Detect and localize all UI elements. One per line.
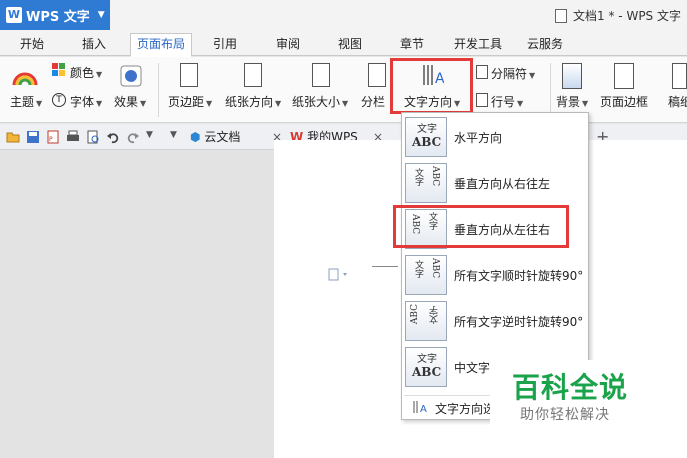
wps-logo-icon: W bbox=[6, 7, 22, 23]
tab-chapter[interactable]: 章节 bbox=[394, 34, 430, 56]
chevron-down-icon: ▼ bbox=[97, 10, 105, 20]
columns-label: 分栏 bbox=[361, 95, 386, 109]
menu-item-rotate-clockwise[interactable]: ABC 文字 所有文字顺时针旋转90° bbox=[402, 252, 588, 298]
chevron-down-icon[interactable]: ▼ bbox=[146, 130, 160, 144]
svg-text:A: A bbox=[420, 404, 427, 415]
text-direction-options-icon: A bbox=[413, 401, 427, 415]
font-t-icon: T bbox=[52, 93, 66, 107]
open-folder-icon[interactable] bbox=[6, 130, 20, 144]
tab-insert[interactable]: 插入 bbox=[76, 34, 112, 56]
redo-icon[interactable] bbox=[126, 130, 140, 144]
chinese-text-icon: 文字 ABC bbox=[405, 347, 447, 387]
chevron-down-icon: ▼ bbox=[275, 99, 282, 108]
effect-label: 效果 bbox=[114, 95, 139, 109]
page-border-icon bbox=[614, 63, 634, 89]
tab-cloud-service[interactable]: 云服务 bbox=[521, 34, 569, 56]
menu-item-rotate-counterclockwise[interactable]: ABC 文字 所有文字逆时针旋转90° bbox=[402, 298, 588, 344]
doc-tab-cloud[interactable]: ⬢ 云文档 bbox=[190, 128, 240, 148]
document-title-text: 文档1 * - WPS 文字 bbox=[573, 9, 681, 23]
line-number-label: 行号 bbox=[491, 95, 516, 109]
print-icon[interactable] bbox=[66, 130, 80, 144]
margin-icon bbox=[180, 63, 198, 87]
columns-icon bbox=[368, 63, 386, 87]
app-name: WPS 文字 bbox=[26, 9, 90, 25]
chevron-down-icon: ▼ bbox=[342, 99, 349, 108]
color-label: 颜色 bbox=[70, 66, 95, 80]
watermark-title: 百科全说 bbox=[512, 371, 629, 404]
ribbon-separator bbox=[550, 63, 551, 117]
menu-item-vertical-rtl-label: 垂直方向从右往左 bbox=[454, 177, 551, 191]
separator-label: 分隔符 bbox=[491, 67, 528, 81]
chevron-down-icon: ▼ bbox=[96, 70, 103, 79]
horizontal-text-icon: 文字 ABC bbox=[405, 117, 447, 157]
chevron-down-icon: ▼ bbox=[36, 99, 43, 108]
color-palette-icon bbox=[52, 63, 65, 76]
paper-size-label: 纸张大小 bbox=[292, 95, 341, 109]
tab-review[interactable]: 审阅 bbox=[270, 34, 306, 56]
orientation-label: 纸张方向 bbox=[225, 95, 274, 109]
cloud-doc-icon: ⬢ bbox=[190, 130, 201, 144]
print-preview-icon[interactable] bbox=[86, 130, 100, 144]
chevron-down-icon: ▼ bbox=[96, 99, 103, 108]
menu-item-horizontal[interactable]: 文字 ABC 水平方向 bbox=[402, 114, 588, 160]
tab-page-layout[interactable]: 页面布局 bbox=[130, 33, 193, 57]
ribbon-separator bbox=[158, 63, 159, 117]
chevron-down-icon: ▼ bbox=[582, 99, 589, 108]
watermark-logo: 百科全说 助你轻松解决 bbox=[490, 360, 687, 430]
background-label: 背景 bbox=[556, 95, 581, 109]
paragraph-marker-icon[interactable] bbox=[328, 268, 352, 282]
chevron-down-icon: ▼ bbox=[529, 71, 536, 80]
vertical-rtl-text-icon: ABC 文字 bbox=[405, 163, 447, 203]
vertical-ltr-highlight bbox=[393, 205, 569, 248]
effect-icon bbox=[120, 65, 142, 87]
menu-item-horizontal-label: 水平方向 bbox=[454, 131, 503, 145]
watermark-subtitle: 助你轻松解决 bbox=[520, 407, 610, 423]
separator-icon bbox=[476, 65, 488, 79]
doc-tab-cloud-label: 云文档 bbox=[204, 130, 241, 144]
draft-paper-icon bbox=[672, 63, 687, 89]
cursor-line bbox=[372, 266, 398, 267]
font-label: 字体 bbox=[70, 95, 95, 109]
menu-item-chinese-text-label: 中文字 bbox=[454, 361, 491, 375]
undo-icon[interactable] bbox=[106, 130, 120, 144]
rainbow-icon bbox=[12, 72, 38, 86]
export-pdf-icon[interactable]: P bbox=[46, 130, 60, 144]
theme-label: 主题 bbox=[10, 95, 35, 109]
chevron-down-icon: ▼ bbox=[140, 99, 147, 108]
menu-item-rotate-clockwise-label: 所有文字顺时针旋转90° bbox=[454, 269, 584, 283]
page-border-label: 页面边框 bbox=[600, 95, 649, 109]
menu-item-vertical-rtl[interactable]: ABC 文字 垂直方向从右往左 bbox=[402, 160, 588, 206]
rotate-counterclockwise-text-icon: ABC 文字 bbox=[405, 301, 447, 341]
svg-text:P: P bbox=[49, 136, 53, 143]
wps-app-menu-button[interactable]: W WPS 文字 ▼ bbox=[0, 0, 110, 30]
tab-references[interactable]: 引用 bbox=[207, 34, 243, 56]
title-bar: W WPS 文字 ▼ 文档1 * - WPS 文字 bbox=[0, 0, 687, 30]
line-number-icon bbox=[476, 93, 488, 107]
tab-developer[interactable]: 开发工具 bbox=[448, 34, 508, 56]
chevron-down-icon: ▼ bbox=[206, 99, 213, 108]
menu-tabs: 开始 插入 页面布局 引用 审阅 视图 章节 开发工具 云服务 bbox=[0, 30, 687, 57]
tab-home[interactable]: 开始 bbox=[14, 34, 50, 56]
document-icon bbox=[555, 8, 568, 23]
text-direction-highlight bbox=[390, 58, 473, 114]
text-direction-options-label: 文字方向选 bbox=[435, 402, 496, 416]
draft-paper-label: 稿纸 bbox=[668, 95, 687, 109]
save-icon[interactable] bbox=[26, 130, 40, 144]
tab-list-dropdown-icon[interactable]: ▼ bbox=[170, 130, 184, 144]
tab-view[interactable]: 视图 bbox=[332, 34, 368, 56]
orientation-icon bbox=[244, 63, 262, 87]
rotate-clockwise-text-icon: ABC 文字 bbox=[405, 255, 447, 295]
margin-label: 页边距 bbox=[168, 95, 205, 109]
paper-size-icon bbox=[312, 63, 330, 87]
background-icon bbox=[562, 63, 582, 89]
menu-item-rotate-counterclockwise-label: 所有文字逆时针旋转90° bbox=[454, 315, 584, 329]
chevron-down-icon: ▼ bbox=[517, 99, 524, 108]
document-title: 文档1 * - WPS 文字 bbox=[555, 7, 681, 24]
